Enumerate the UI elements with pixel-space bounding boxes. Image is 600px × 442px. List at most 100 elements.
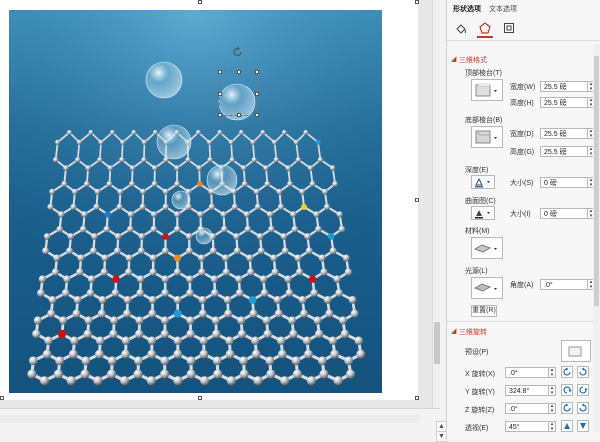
contour-color-dropdown[interactable] <box>471 206 495 220</box>
carbon-atom <box>37 289 45 297</box>
slide-handle[interactable] <box>198 396 202 400</box>
carbon-atom <box>310 289 318 297</box>
size-properties-icon[interactable] <box>501 20 517 36</box>
z-rotation-input[interactable]: .0° <box>505 403 549 414</box>
carbon-atom <box>112 289 120 297</box>
carbon-atom <box>140 189 146 195</box>
perspective-narrow-icon[interactable] <box>561 420 573 432</box>
spin-button[interactable]: ▴▾ <box>549 385 556 396</box>
carbon-atom <box>98 310 106 318</box>
bubble <box>157 125 191 159</box>
spin-button[interactable]: ▴▾ <box>549 421 556 432</box>
carbon-atom <box>306 247 313 254</box>
carbon-atom <box>110 316 118 324</box>
slide-handle[interactable] <box>0 396 4 400</box>
spin-button[interactable]: ▴▾ <box>549 403 556 414</box>
section-collapse-icon[interactable]: ◢ <box>451 55 456 63</box>
contour-size-input[interactable]: 0 磅 <box>540 208 588 219</box>
resize-handle[interactable] <box>237 113 241 117</box>
rotate-left-icon[interactable] <box>561 366 573 378</box>
carbon-atom <box>49 296 57 304</box>
carbon-atom <box>122 336 130 344</box>
resize-handle[interactable] <box>218 113 222 117</box>
colored-atom <box>249 296 257 304</box>
depth-size-input[interactable]: 0 磅 <box>540 177 588 188</box>
carbon-atom <box>232 204 238 210</box>
carbon-atom <box>221 226 228 233</box>
bottom-bevel-label: 底部棱台(B) <box>465 115 502 125</box>
carbon-atom <box>160 356 169 365</box>
rotation-preset-dropdown[interactable] <box>561 340 591 362</box>
carbon-atom <box>333 275 340 282</box>
tab-text-options[interactable]: 文本选项 <box>489 4 517 16</box>
carbon-atom <box>44 336 52 344</box>
resize-handle[interactable] <box>218 70 222 74</box>
resize-handle[interactable] <box>237 70 241 74</box>
resize-handle[interactable] <box>255 92 259 96</box>
x-rotation-input[interactable]: .0° <box>505 367 549 378</box>
effects-pentagon-icon[interactable] <box>477 20 493 38</box>
carbon-atom <box>324 204 330 210</box>
tab-shape-options[interactable]: 形状选项 <box>453 4 481 16</box>
carbon-atom <box>244 211 250 217</box>
section-title-3d-format[interactable]: 三维格式 <box>459 55 487 65</box>
carbon-atom <box>110 130 115 135</box>
vertical-scroll-thumb[interactable] <box>434 322 440 364</box>
perspective-widen-icon[interactable] <box>577 420 589 432</box>
selection-box[interactable] <box>219 71 258 116</box>
carbon-atom <box>324 296 332 304</box>
colored-atom <box>58 330 66 338</box>
slide-handle[interactable] <box>415 0 419 4</box>
slide-handle[interactable] <box>415 198 419 202</box>
x-rotation-label: X 旋转(X) <box>465 369 495 379</box>
carbon-atom <box>95 350 104 359</box>
carbon-atom <box>186 289 194 297</box>
material-dropdown[interactable] <box>471 237 503 259</box>
carbon-atom <box>75 157 80 162</box>
top-bevel-dropdown[interactable] <box>471 79 503 101</box>
section-collapse-icon[interactable]: ◢ <box>451 327 456 335</box>
spin-button[interactable]: ▴▾ <box>549 367 556 378</box>
carbon-atom <box>137 275 144 282</box>
resize-handle[interactable] <box>218 92 222 96</box>
y-rotation-input[interactable]: 324.8° <box>505 385 549 396</box>
slide-handle[interactable] <box>415 396 419 400</box>
top-width-input[interactable]: 25.5 磅 <box>540 81 588 92</box>
rotate-cw-icon[interactable] <box>561 402 573 414</box>
rotate-ccw-icon[interactable] <box>577 402 589 414</box>
rotate-up-icon[interactable] <box>561 384 573 396</box>
horizontal-scrollbar[interactable] <box>0 415 420 423</box>
carbon-atom <box>242 181 248 187</box>
carbon-atom <box>70 336 78 344</box>
carbon-atom <box>330 165 335 170</box>
lighting-dropdown[interactable] <box>471 277 503 299</box>
carbon-atom <box>87 289 95 297</box>
rotate-handle-icon[interactable] <box>232 46 244 58</box>
section-title-3d-rotation[interactable]: 三维旋转 <box>459 327 487 337</box>
vertical-scrollbar[interactable] <box>432 0 440 408</box>
rotate-right-icon[interactable] <box>577 366 589 378</box>
carbon-atom <box>286 289 294 297</box>
fill-line-icon[interactable] <box>453 20 469 36</box>
carbon-atom <box>89 130 94 135</box>
top-height-input[interactable]: 25.5 磅 <box>540 97 588 108</box>
bottom-bevel-dropdown[interactable] <box>471 126 503 148</box>
carbon-atom <box>209 204 215 210</box>
carbon-atom <box>96 336 104 344</box>
carbon-atom <box>174 296 182 304</box>
bottom-width-input[interactable]: 25.5 磅 <box>540 128 588 139</box>
carbon-atom <box>300 310 308 318</box>
reset-button[interactable]: 重置(R) <box>471 305 497 317</box>
angle-input[interactable]: .0° <box>540 279 588 290</box>
depth-color-dropdown[interactable] <box>471 175 495 189</box>
resize-handle[interactable] <box>255 113 259 117</box>
pane-scrollbar[interactable] <box>593 44 600 432</box>
bottom-height-input[interactable]: 25.5 磅 <box>540 146 588 157</box>
rotate-down-icon[interactable] <box>577 384 589 396</box>
carbon-atom <box>212 330 220 338</box>
perspective-input[interactable]: 45° <box>505 421 549 432</box>
pane-scroll-thumb[interactable] <box>594 56 599 306</box>
graphene-picture[interactable] <box>9 10 382 393</box>
resize-handle[interactable] <box>255 70 259 74</box>
slide-handle[interactable] <box>198 0 202 4</box>
